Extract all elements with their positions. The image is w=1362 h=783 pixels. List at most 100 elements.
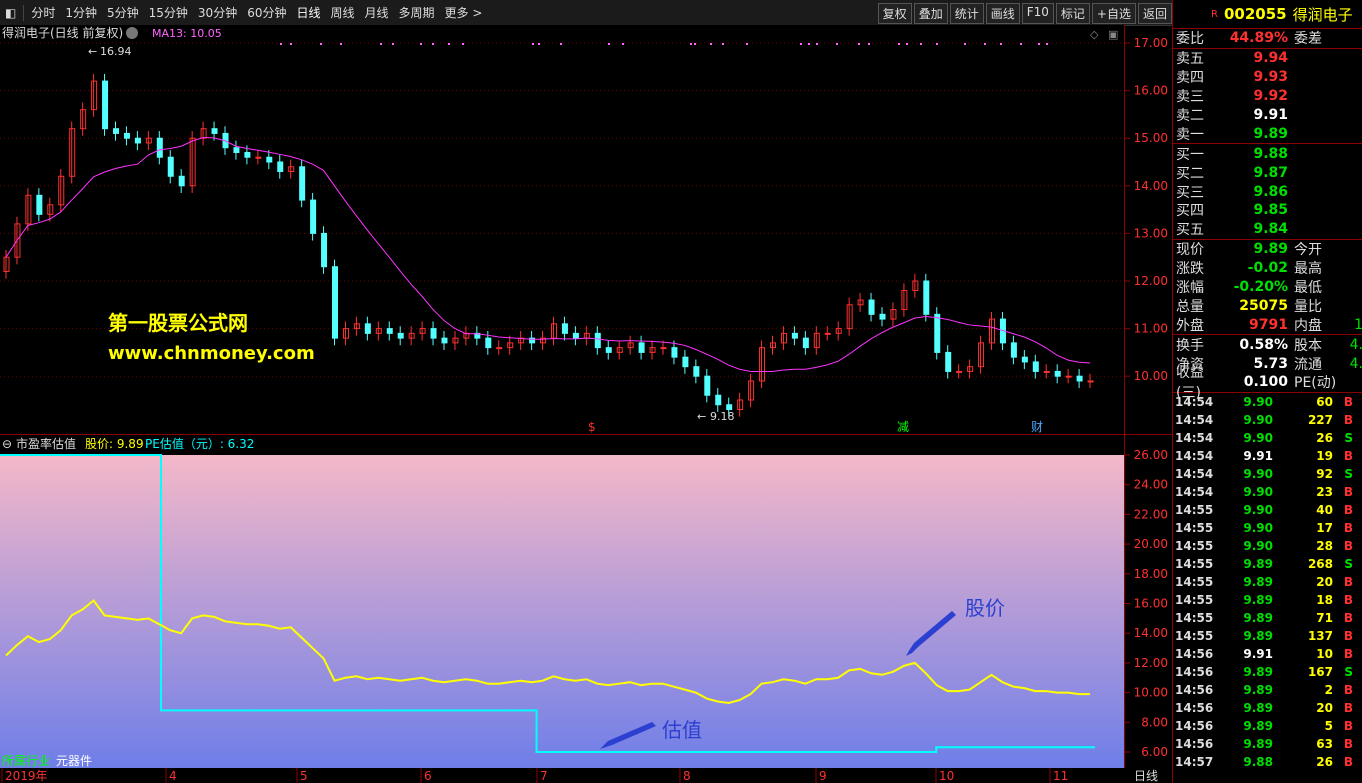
- period-toolbar: ◧ 分时 1分钟 5分钟 15分钟 30分钟 60分钟 日线 周线 月线 多周期 更多 > 复权 叠加…: [0, 0, 1172, 26]
- trade-v: 26: [1316, 754, 1333, 769]
- trade-d: B: [1343, 700, 1353, 715]
- event-dot: [538, 43, 540, 45]
- webi-label: 委比: [1176, 31, 1204, 48]
- webi-row: 委比 44.89% 委差: [1173, 29, 1362, 49]
- candle-body: [178, 175, 185, 187]
- row-value: 25075: [1239, 297, 1288, 314]
- sub-chart-title-icon[interactable]: ⊖: [2, 437, 12, 451]
- toolbar-button[interactable]: 统计: [949, 3, 984, 24]
- trade-d: B: [1343, 484, 1353, 499]
- trade-v: 92: [1316, 466, 1333, 481]
- trade-v: 40: [1316, 502, 1333, 517]
- sub-y-axis: 26.00 24.00 22.00 20.00 18.00 16.00 14.00 12.00…: [1124, 448, 1168, 759]
- ask-row: 卖四 9.93: [1173, 68, 1362, 87]
- candle-body: [1065, 375, 1072, 378]
- stats-block-2: 换手 0.58% 股本 4. 净资 5.73 流通 4. 收益(三) 0.100 PE(动): [1173, 335, 1362, 401]
- y-tick-label: 11.00: [1134, 322, 1168, 336]
- webi-value: 44.89%: [1229, 30, 1288, 47]
- trade-d: S: [1344, 466, 1353, 481]
- candle-body: [956, 370, 963, 373]
- quote-header: R 002055 得润电子: [1173, 0, 1362, 29]
- event-dot: [560, 43, 562, 45]
- y-tick-label: 26.00: [1134, 448, 1168, 462]
- high-arrow-icon: ←: [88, 45, 97, 58]
- period-tab[interactable]: 更多 >: [440, 4, 488, 21]
- period-tab[interactable]: 分时: [26, 4, 60, 21]
- trade-p: 9.90: [1243, 466, 1273, 481]
- row-value: 9.85: [1253, 202, 1288, 219]
- candle-body: [923, 280, 930, 315]
- candle-body: [561, 323, 568, 334]
- period-tab[interactable]: 60分钟: [242, 4, 291, 21]
- period-tab[interactable]: 周线: [326, 4, 360, 21]
- event-marker-finance[interactable]: 财: [1031, 420, 1043, 434]
- period-tab[interactable]: 15分钟: [144, 4, 193, 21]
- candle-body: [791, 332, 798, 339]
- event-dot: [622, 43, 624, 45]
- row-value: 9.92: [1253, 88, 1288, 105]
- period-tab[interactable]: 日线: [291, 4, 325, 21]
- toolbar-button[interactable]: +自选: [1091, 3, 1136, 24]
- trade-row: 14:56 9.89 5 B: [1173, 717, 1362, 735]
- event-dot: [608, 43, 610, 45]
- trade-t: 14:54: [1175, 448, 1214, 463]
- window-icon[interactable]: ▣: [1108, 28, 1118, 41]
- candle-body: [693, 366, 700, 377]
- event-dot: [808, 43, 810, 45]
- row-label: 卖二: [1176, 108, 1204, 125]
- bid-row: 买二 9.87: [1173, 163, 1362, 182]
- candle-body: [671, 347, 678, 358]
- dropdown-icon[interactable]: [126, 27, 138, 39]
- event-dot: [964, 43, 966, 45]
- event-marker-reduce[interactable]: 减: [897, 420, 909, 434]
- period-tab[interactable]: 30分钟: [193, 4, 242, 21]
- trade-row: 14:55 9.89 20 B: [1173, 573, 1362, 591]
- period-button[interactable]: 日线: [1134, 769, 1158, 783]
- x-tick-label: 2019年: [5, 769, 48, 783]
- trade-p: 9.89: [1243, 574, 1273, 589]
- period-tab[interactable]: 5分钟: [102, 4, 144, 21]
- event-dot: [532, 43, 534, 45]
- candle-body: [572, 332, 579, 339]
- row-value: 9.84: [1253, 221, 1288, 238]
- toolbar-button[interactable]: 标记: [1055, 3, 1090, 24]
- stats-block-1: 现价 9.89 今开 涨跌 -0.02 最高 涨幅 -0.20% 最低 总量 25075 量比 外盘 97…: [1173, 240, 1362, 336]
- toolbar-button[interactable]: F10: [1021, 3, 1054, 24]
- row-value: 0.58%: [1239, 336, 1288, 353]
- toolbar-button[interactable]: 叠加: [913, 3, 948, 24]
- period-tab[interactable]: 多周期: [394, 4, 440, 21]
- row-label: 涨幅: [1176, 280, 1204, 297]
- candle-body: [1032, 361, 1039, 372]
- badge: R: [1211, 8, 1218, 20]
- event-marker-dividend[interactable]: $: [588, 420, 596, 434]
- trade-t: 14:56: [1175, 718, 1214, 733]
- trade-t: 14:56: [1175, 646, 1214, 661]
- stat-row: 换手 0.58% 股本 4.: [1173, 335, 1362, 354]
- sub-chart-bg: [0, 455, 1124, 768]
- period-tab[interactable]: 月线: [360, 4, 394, 21]
- event-dot: [858, 43, 860, 45]
- toolbar-button[interactable]: 画线: [985, 3, 1020, 24]
- candle-body: [824, 332, 831, 335]
- event-dot: [836, 43, 838, 45]
- x-tick-label: 5: [300, 769, 308, 783]
- candle-body: [704, 375, 711, 396]
- row-label: 卖三: [1176, 89, 1204, 106]
- row-label-2: 量比: [1294, 298, 1322, 315]
- panel-toggle-icon[interactable]: ◧: [0, 6, 21, 20]
- candle-body: [321, 232, 328, 268]
- event-dot: [710, 43, 712, 45]
- row-label: 换手: [1176, 337, 1204, 354]
- chart-area[interactable]: 得润电子(日线 前复权) MA13: 10.05 ◇ ▣ 16.94 ← 9.1…: [0, 25, 1172, 783]
- trade-row: 14:55 9.89 268 S: [1173, 555, 1362, 573]
- trade-d: B: [1343, 646, 1353, 661]
- toolbar-button[interactable]: 返回: [1137, 3, 1172, 24]
- main-chart-bg: [0, 25, 1124, 435]
- expand-icon[interactable]: ◇: [1090, 28, 1099, 41]
- candle-body: [156, 137, 163, 158]
- toolbar-button[interactable]: 复权: [877, 3, 912, 24]
- candle-body: [715, 394, 722, 406]
- stock-code: 002055: [1223, 5, 1287, 23]
- period-tab[interactable]: 1分钟: [60, 4, 102, 21]
- y-tick-label: 16.00: [1134, 597, 1168, 611]
